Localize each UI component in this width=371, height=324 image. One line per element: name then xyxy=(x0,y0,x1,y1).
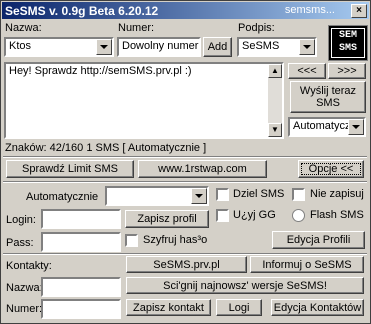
login-label: Login: xyxy=(6,214,36,226)
message-text: Hey! Sprawdz http://semSMS.prv.pl :) xyxy=(9,65,192,77)
uzyj-gg-label: U¿yj GG xyxy=(233,209,276,221)
edycja-profili-button[interactable]: Edycja Profili xyxy=(272,231,365,249)
kontakt-numer-label: Numer: xyxy=(6,303,43,315)
uzyj-gg-checkbox[interactable] xyxy=(216,209,229,222)
divider xyxy=(3,156,367,158)
flash-sms-label: Flash SMS xyxy=(310,209,364,221)
informuj-button[interactable]: Informuj o SeSMS xyxy=(250,256,364,273)
sciagnij-button[interactable]: Sci'gnij najnowsz' wersje SeSMS! xyxy=(126,277,364,294)
close-button[interactable]: × xyxy=(351,4,367,18)
kontakt-nazwa-label: Nazwa: xyxy=(6,282,43,294)
edycja-kontaktow-button[interactable]: Edycja Kontaktów xyxy=(271,299,364,316)
kontakt-nazwa-input[interactable] xyxy=(41,277,121,297)
website-button[interactable]: www.1rstwap.com xyxy=(138,160,267,178)
chevron-down-icon[interactable] xyxy=(348,119,364,135)
nie-zapisuj-label: Nie zapisuj xyxy=(310,188,364,200)
message-textarea[interactable]: Hey! Sprawdz http://semSMS.prv.pl :) ▲ ▼ xyxy=(4,62,284,139)
nazwa-select[interactable]: Ktos xyxy=(4,37,114,57)
logi-button[interactable]: Logi xyxy=(216,299,262,316)
dziel-sms-checkbox[interactable] xyxy=(216,188,229,201)
numer-value: Dowolny numer xyxy=(122,40,199,52)
kontakt-numer-input[interactable] xyxy=(41,299,121,319)
pass-label: Pass: xyxy=(6,237,34,249)
opcje-button[interactable]: Opcje << xyxy=(298,160,364,178)
char-count-status: Znaków: 42/160 1 SMS [ Automatycznie ] xyxy=(5,142,207,154)
podpis-select[interactable]: SeSMS xyxy=(237,37,317,57)
window-title-right: semsms... xyxy=(284,4,335,16)
chevron-down-icon[interactable] xyxy=(191,188,207,204)
kontakty-label: Kontakty: xyxy=(6,260,52,272)
szyfruj-checkbox[interactable] xyxy=(125,234,138,247)
nazwa-value: Ktos xyxy=(9,40,32,52)
window-title: SeSMS v. 0.9g Beta 6.20.12 xyxy=(5,4,159,18)
prev-button[interactable]: <<< xyxy=(288,63,326,79)
mode-select[interactable]: Automatycz xyxy=(288,117,366,137)
login-input[interactable] xyxy=(41,209,121,229)
sprawdz-limit-button[interactable]: Sprawdź Limit SMS xyxy=(6,160,134,178)
chevron-down-icon[interactable] xyxy=(299,39,315,55)
divider xyxy=(3,253,367,255)
sesms-prv-button[interactable]: SeSMS.prv.pl xyxy=(126,256,247,273)
title-bar: SeSMS v. 0.9g Beta 6.20.12 semsms... × xyxy=(2,2,369,19)
numer-input[interactable]: Dowolny numer xyxy=(117,37,201,57)
flash-sms-radio[interactable] xyxy=(292,209,305,222)
auto-profile-select[interactable] xyxy=(105,186,209,206)
podpis-label: Podpis: xyxy=(238,22,275,34)
zapisz-kontakt-button[interactable]: Zapisz kontakt xyxy=(126,299,211,316)
send-button[interactable]: Wyślij teraz SMS xyxy=(290,81,366,113)
szyfruj-label: Szyfruj has³o xyxy=(143,234,208,246)
numer-label: Numer: xyxy=(118,22,155,34)
scroll-down-icon[interactable]: ▼ xyxy=(268,123,282,137)
logo-text: SEM SMS xyxy=(331,28,365,58)
zapisz-profil-button[interactable]: Zapisz profil xyxy=(125,210,209,228)
pass-input[interactable] xyxy=(41,232,121,252)
scroll-up-icon[interactable]: ▲ xyxy=(268,64,282,78)
automatycznie-label: Automatycznie xyxy=(26,191,99,203)
app-window: SeSMS v. 0.9g Beta 6.20.12 semsms... × N… xyxy=(0,0,371,324)
send-button-label: Wyślij teraz SMS xyxy=(299,85,357,109)
scrollbar[interactable]: ▲ ▼ xyxy=(268,64,282,137)
dziel-sms-label: Dziel SMS xyxy=(233,188,285,200)
nie-zapisuj-checkbox[interactable] xyxy=(292,188,305,201)
logo: SEM SMS xyxy=(328,25,368,61)
podpis-value: SeSMS xyxy=(242,40,280,52)
next-button[interactable]: >>> xyxy=(328,63,366,79)
add-button[interactable]: Add xyxy=(203,37,232,57)
mode-value: Automatycz xyxy=(293,120,351,132)
chevron-down-icon[interactable] xyxy=(96,39,112,55)
nazwa-label: Nazwa: xyxy=(5,22,42,34)
divider xyxy=(3,181,367,183)
